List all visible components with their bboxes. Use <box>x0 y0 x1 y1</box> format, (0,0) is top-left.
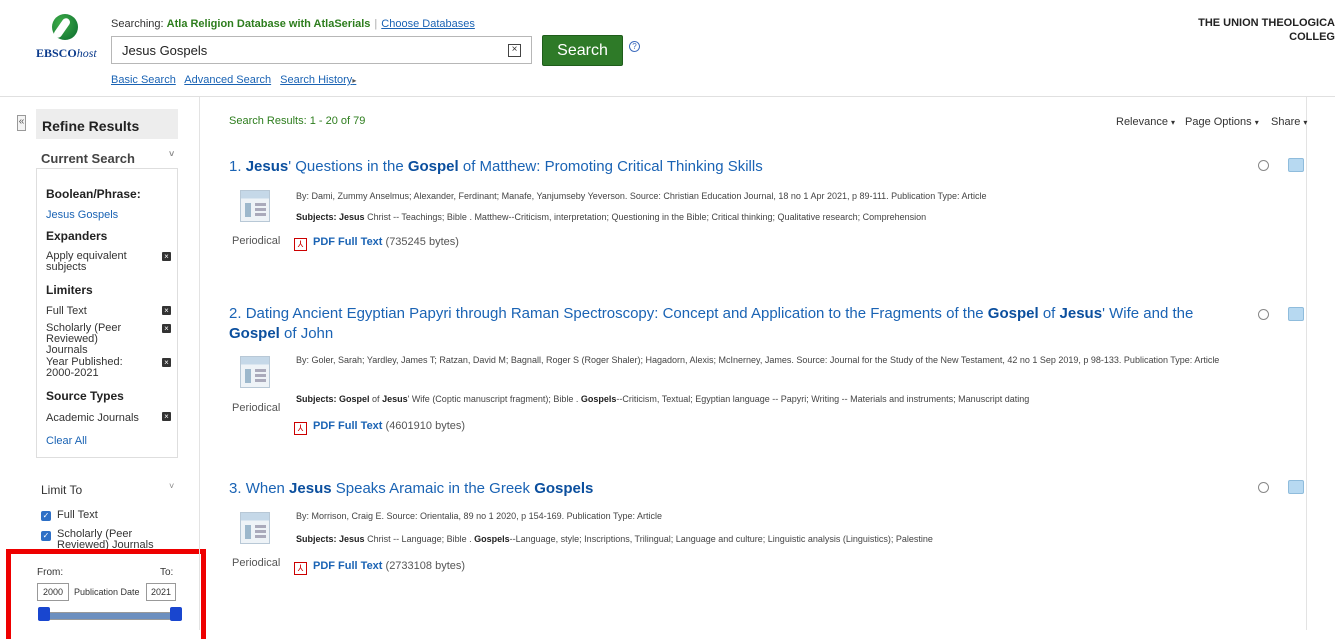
sidebar-divider <box>199 97 200 630</box>
pdf-link[interactable]: PDF Full Text <box>313 420 382 432</box>
result-subjects: Subjects: Jesus Christ -- Language; Bibl… <box>296 534 933 544</box>
result-title[interactable]: 1. Jesus' Questions in the Gospel of Mat… <box>229 157 763 177</box>
chevron-down-icon[interactable]: ˅ <box>169 481 174 491</box>
refine-results-heading: Refine Results <box>36 109 178 139</box>
searching-label: Searching: <box>111 18 164 30</box>
remove-limiter-icon[interactable]: × <box>162 324 171 333</box>
clear-search-icon[interactable]: × <box>508 44 521 57</box>
page-options-dropdown[interactable]: Page Options ▾ <box>1185 116 1259 128</box>
remove-limiter-icon[interactable]: × <box>162 306 171 315</box>
pdf-full-text-link[interactable]: ⅄ PDF Full Text (2733108 bytes) <box>294 560 465 575</box>
remove-source-icon[interactable]: × <box>162 412 171 421</box>
result-byline: By: Goler, Sarah; Yardley, James T; Ratz… <box>296 355 1220 365</box>
periodical-label: Periodical <box>232 235 281 247</box>
limiter-scholarly: Scholarly (Peer Reviewed) Journals <box>46 322 122 356</box>
advanced-search-link[interactable]: Advanced Search <box>184 74 271 86</box>
date-from-input[interactable]: 2000 <box>37 583 69 601</box>
right-divider <box>1306 97 1307 630</box>
pdf-size: (2733108 bytes) <box>385 560 466 572</box>
date-to-label: To: <box>160 567 174 578</box>
pdf-icon: ⅄ <box>294 238 307 251</box>
periodical-icon[interactable] <box>240 512 270 544</box>
slider-end-handle[interactable] <box>170 607 182 621</box>
limiters-heading: Limiters <box>46 283 93 297</box>
search-box[interactable]: × <box>111 36 532 64</box>
limiter-year: Year Published: 2000-2021 <box>46 356 123 379</box>
results-count: Search Results: 1 - 20 of 79 <box>229 115 366 127</box>
caret-down-icon: ▾ <box>1254 118 1259 127</box>
slider-range-fill <box>39 613 181 619</box>
scholarly-checkbox[interactable]: ✓ <box>41 531 51 541</box>
full-text-option[interactable]: Full Text <box>57 509 98 521</box>
expanders-heading: Expanders <box>46 229 108 243</box>
pdf-size: (4601910 bytes) <box>385 420 466 432</box>
pdf-size: (735245 bytes) <box>385 236 459 248</box>
search-button[interactable]: Search <box>542 35 623 66</box>
search-mode-links: Basic Search Advanced Search Search Hist… <box>111 74 362 86</box>
limit-to-heading[interactable]: Limit To ˅ <box>41 481 174 497</box>
searching-line: Searching: Atla Religion Database with A… <box>111 18 475 30</box>
source-types-heading: Source Types <box>46 389 124 403</box>
scholarly-option[interactable]: Scholarly (Peer Reviewed) Journals <box>57 529 157 551</box>
history-caret-icon: ▸ <box>352 76 357 85</box>
help-icon[interactable]: ? <box>629 41 640 52</box>
pdf-link[interactable]: PDF Full Text <box>313 236 382 248</box>
institution-name: THE UNION THEOLOGICA COLLEG <box>1198 17 1335 43</box>
add-to-folder-icon[interactable] <box>1288 480 1304 494</box>
basic-search-link[interactable]: Basic Search <box>111 74 176 86</box>
header-divider <box>0 96 1335 97</box>
caret-down-icon: ▾ <box>1171 118 1176 127</box>
publication-date-label: Publication Date <box>74 587 140 597</box>
caret-down-icon: ▾ <box>1303 118 1308 127</box>
boolean-value-link[interactable]: Jesus Gospels <box>46 209 118 221</box>
periodical-icon[interactable] <box>240 190 270 222</box>
limiter-full-text: Full Text <box>46 305 87 317</box>
choose-databases-link[interactable]: Choose Databases <box>381 18 475 30</box>
boolean-heading: Boolean/Phrase: <box>46 187 141 201</box>
result-subjects: Subjects: Jesus Christ -- Teachings; Bib… <box>296 212 927 222</box>
current-search-heading[interactable]: Current Search ˅ <box>41 149 174 166</box>
collapse-sidebar-icon[interactable]: « <box>17 115 26 131</box>
pdf-full-text-link[interactable]: ⅄ PDF Full Text (4601910 bytes) <box>294 420 465 435</box>
result-title[interactable]: 2. Dating Ancient Egyptian Papyri throug… <box>229 304 1239 344</box>
source-item: Academic Journals <box>46 412 139 424</box>
periodical-icon[interactable] <box>240 356 270 388</box>
preview-icon[interactable] <box>1258 160 1269 171</box>
result-title[interactable]: 3. When Jesus Speaks Aramaic in the Gree… <box>229 479 593 499</box>
clear-all-link[interactable]: Clear All <box>46 435 87 447</box>
pdf-link[interactable]: PDF Full Text <box>313 560 382 572</box>
preview-icon[interactable] <box>1258 482 1269 493</box>
search-history-link[interactable]: Search History▸ <box>280 74 356 86</box>
remove-expander-icon[interactable]: × <box>162 252 171 261</box>
add-to-folder-icon[interactable] <box>1288 307 1304 321</box>
ebsco-logo-icon[interactable] <box>52 14 78 40</box>
pdf-icon: ⅄ <box>294 562 307 575</box>
chevron-down-icon[interactable]: ˅ <box>169 149 174 159</box>
result-subjects: Subjects: Gospel of Jesus' Wife (Coptic … <box>296 394 1030 404</box>
database-name: Atla Religion Database with AtlaSerials <box>166 18 371 30</box>
date-from-label: From: <box>37 567 64 578</box>
periodical-label: Periodical <box>232 402 281 414</box>
full-text-checkbox[interactable]: ✓ <box>41 511 51 521</box>
add-to-folder-icon[interactable] <box>1288 158 1304 172</box>
periodical-label: Periodical <box>232 557 281 569</box>
remove-limiter-icon[interactable]: × <box>162 358 171 367</box>
current-search-panel: Boolean/Phrase: Jesus Gospels Expanders … <box>36 168 178 458</box>
preview-icon[interactable] <box>1258 309 1269 320</box>
date-range-slider[interactable] <box>38 612 182 620</box>
ebsco-logo-text[interactable]: EBSCOhost <box>36 46 97 61</box>
date-to-input[interactable]: 2021 <box>146 583 176 601</box>
pdf-icon: ⅄ <box>294 422 307 435</box>
pdf-full-text-link[interactable]: ⅄ PDF Full Text (735245 bytes) <box>294 236 459 251</box>
slider-start-handle[interactable] <box>38 607 50 621</box>
result-byline: By: Dami, Zummy Anselmus; Alexander, Fer… <box>296 191 987 201</box>
expander-item: Apply equivalent subjects <box>46 250 127 273</box>
result-byline: By: Morrison, Craig E. Source: Orientali… <box>296 511 663 521</box>
relevance-dropdown[interactable]: Relevance ▾ <box>1116 116 1175 128</box>
search-input[interactable] <box>122 43 502 58</box>
share-dropdown[interactable]: Share ▾ <box>1271 116 1307 128</box>
